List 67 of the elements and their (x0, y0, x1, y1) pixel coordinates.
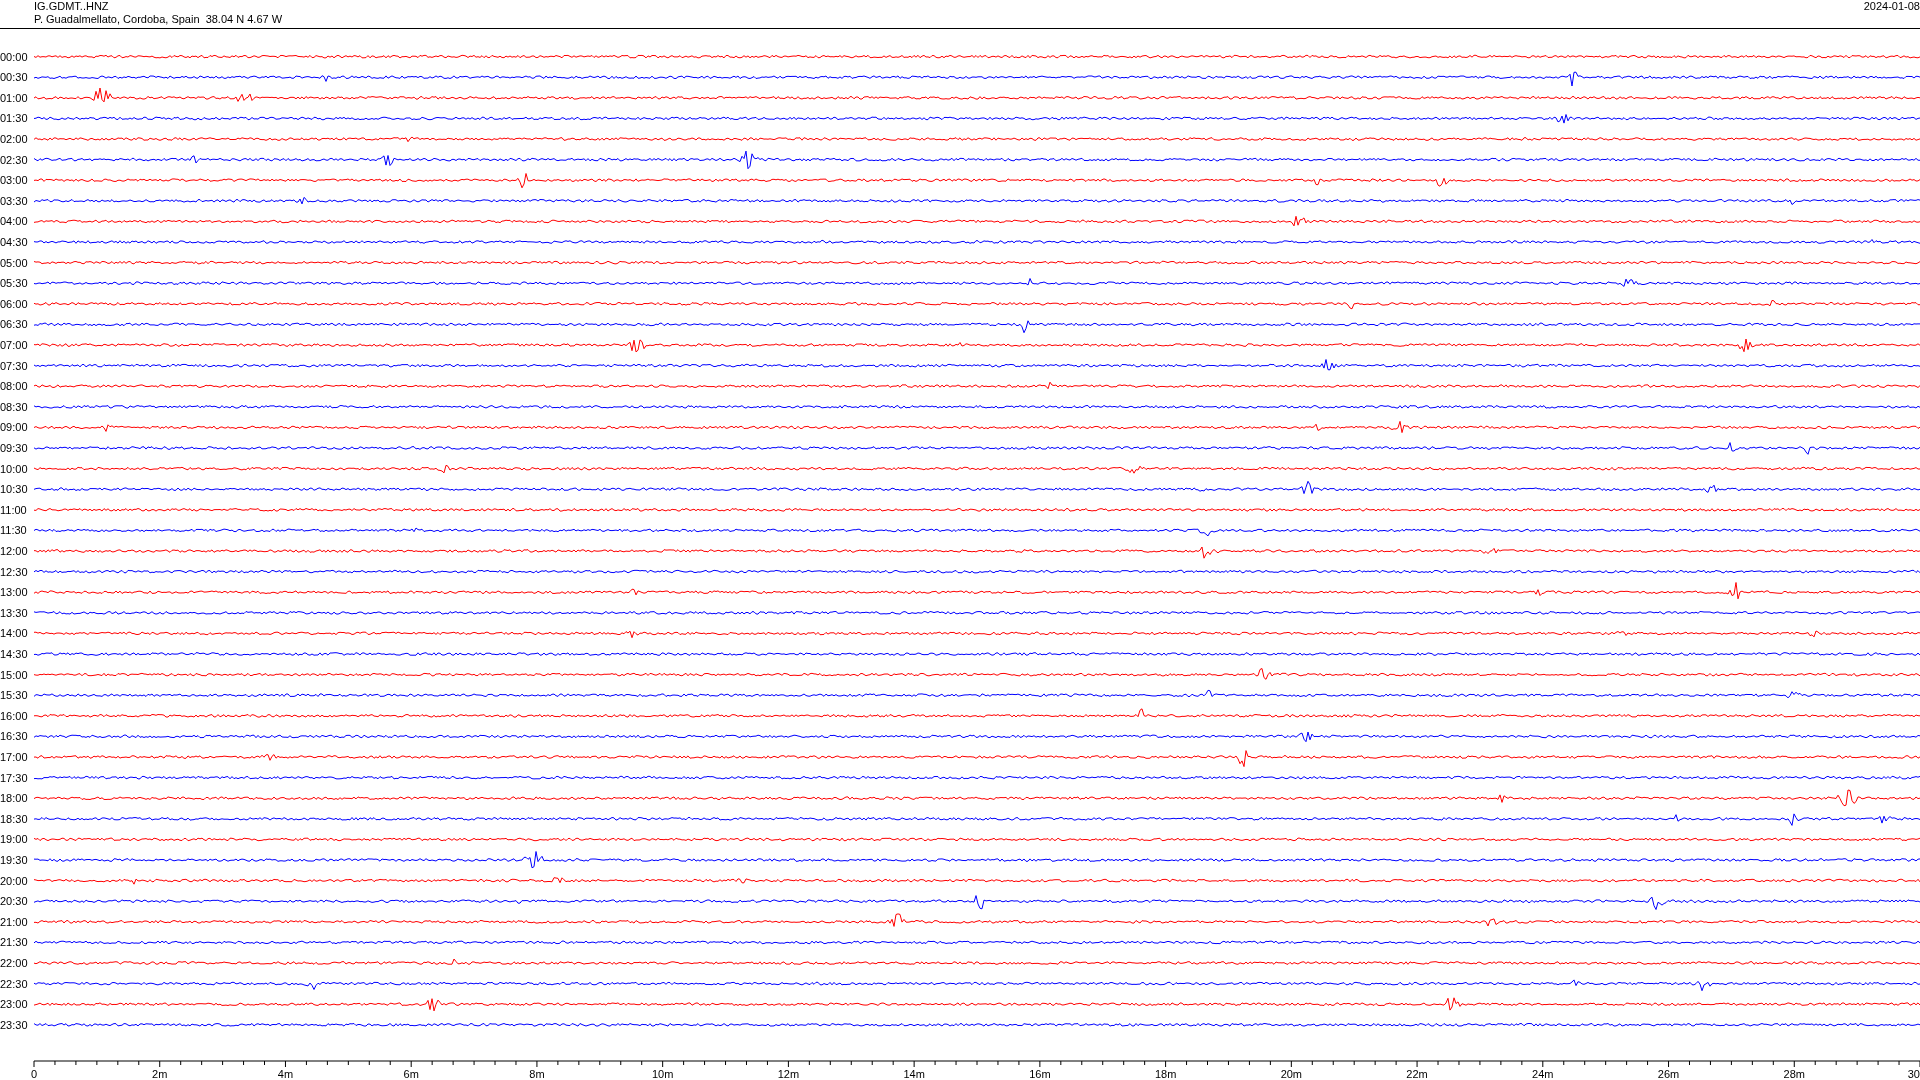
plot-date: 2024-01-08 (1863, 0, 1920, 14)
time-label: 10:00 (0, 462, 28, 475)
time-label: 08:30 (0, 400, 28, 413)
time-label: 07:00 (0, 339, 28, 351)
time-label: 14:30 (0, 648, 28, 660)
time-label: 07:30 (0, 359, 28, 372)
time-label: 23:30 (0, 1018, 28, 1031)
axis-tick-label: 12m (777, 1068, 800, 1079)
time-label: 22:30 (0, 977, 28, 990)
axis-tick-label: 6m (403, 1068, 419, 1079)
time-label: 20:00 (0, 874, 28, 887)
time-label: 00:00 (0, 50, 28, 63)
time-label: 06:30 (0, 318, 28, 331)
time-label: 09:00 (0, 421, 28, 434)
time-label: 11:30 (0, 524, 27, 537)
axis-tick-label: 0 (30, 1068, 38, 1079)
time-label: 17:30 (0, 771, 28, 784)
time-label: 06:00 (0, 297, 28, 310)
time-label: 23:00 (0, 998, 28, 1011)
axis-tick-label: 10m (651, 1068, 674, 1079)
time-label: 13:00 (0, 586, 28, 599)
time-label: 03:30 (0, 194, 28, 207)
time-label: 18:30 (0, 812, 28, 825)
time-label: 19:30 (0, 854, 28, 866)
time-label: 10:30 (0, 483, 28, 496)
time-label: 08:00 (0, 380, 28, 393)
time-label: 18:00 (0, 792, 28, 805)
time-label: 04:00 (0, 215, 28, 228)
time-label: 01:30 (0, 112, 28, 125)
time-label: 16:00 (0, 709, 28, 722)
station-code: IG.GDMT..HNZ (34, 0, 110, 13)
time-label: 05:00 (0, 256, 28, 269)
time-label: 15:00 (0, 668, 28, 681)
axis-tick-label: 8m (529, 1068, 545, 1079)
axis-tick-label: 2m (152, 1068, 168, 1079)
time-label: 02:00 (0, 133, 28, 145)
time-label: 13:30 (0, 606, 28, 619)
axis-tick-label: 24m (1532, 1068, 1554, 1079)
time-label: 04:30 (0, 236, 28, 248)
axis-tick-label: 20m (1280, 1068, 1303, 1079)
axis-tick-label: 16m (1029, 1068, 1051, 1079)
axis-tick-label: 18m (1154, 1068, 1177, 1079)
station-location: P. Guadalmellato, Cordoba, Spain 38.04 N 4.67 W (34, 13, 283, 26)
time-label: 22:00 (0, 957, 28, 969)
axis-tick-label: 22m (1406, 1068, 1428, 1079)
time-label: 15:30 (0, 689, 28, 702)
time-label: 20:30 (0, 895, 28, 908)
time-label: 12:00 (0, 545, 28, 557)
axis-tick-label: 28m (1783, 1068, 1805, 1079)
time-label: 05:30 (0, 277, 28, 290)
time-label: 11:00 (0, 503, 27, 516)
time-label: 17:00 (0, 751, 28, 763)
time-label: 03:00 (0, 174, 28, 187)
axis-tick-label: 30 (1907, 1068, 1920, 1079)
time-label: 16:30 (0, 730, 28, 743)
time-label: 12:30 (0, 565, 28, 578)
axis-tick-label: 4m (277, 1068, 294, 1079)
axis-tick-label: 26m (1657, 1068, 1680, 1079)
time-label: 09:30 (0, 442, 28, 454)
time-label: 00:30 (0, 71, 28, 84)
time-label: 14:00 (0, 627, 28, 640)
time-label: 21:00 (0, 915, 28, 928)
time-label: 02:30 (0, 153, 28, 166)
time-label: 21:30 (0, 936, 28, 949)
axis-tick-label: 14m (903, 1068, 925, 1079)
time-label: 01:00 (0, 91, 28, 104)
time-label: 19:00 (0, 833, 28, 846)
